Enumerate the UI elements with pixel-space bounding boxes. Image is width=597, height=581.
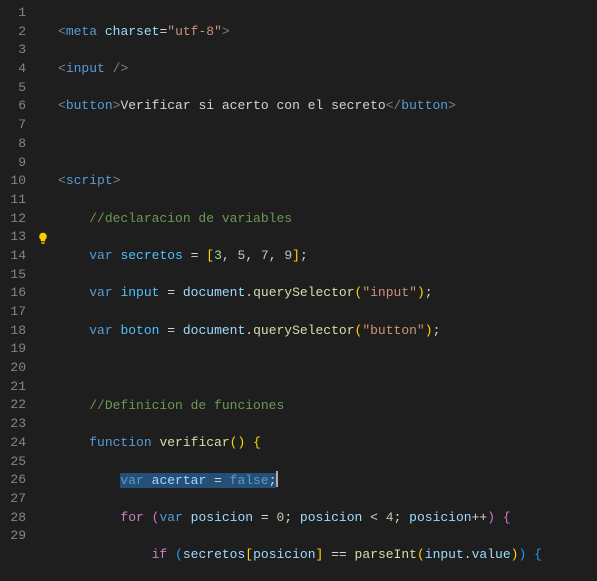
text-cursor — [276, 471, 278, 487]
line-number: 4 — [0, 60, 36, 79]
line-number: 25 — [0, 453, 36, 472]
line-number: 16 — [0, 284, 36, 303]
line-number: 2 — [0, 23, 36, 42]
line-number: 27 — [0, 490, 36, 509]
code-line[interactable]: var acertar = false; — [58, 471, 597, 490]
line-number: 29 — [0, 527, 36, 546]
code-area[interactable]: <meta charset="utf-8"> <input /> <button… — [36, 0, 597, 581]
line-number: 17 — [0, 303, 36, 322]
code-line[interactable]: <meta charset="utf-8"> — [58, 23, 597, 42]
line-number: 3 — [0, 41, 36, 60]
code-line[interactable]: if (secretos[posicion] == parseInt(input… — [58, 546, 597, 565]
code-line[interactable]: var secretos = [3, 5, 7, 9]; — [58, 247, 597, 266]
line-number: 12 — [0, 210, 36, 229]
line-number: 8 — [0, 135, 36, 154]
line-number: 7 — [0, 116, 36, 135]
code-line[interactable]: var boton = document.querySelector("butt… — [58, 322, 597, 341]
line-number: 20 — [0, 359, 36, 378]
code-line[interactable]: //Definicion de funciones — [58, 397, 597, 416]
line-number: 18 — [0, 322, 36, 341]
line-number: 15 — [0, 266, 36, 285]
line-number: 14 — [0, 247, 36, 266]
line-number: 28 — [0, 509, 36, 528]
line-number: 5 — [0, 79, 36, 98]
lightbulb-icon[interactable] — [36, 228, 50, 247]
line-number: 13 — [0, 228, 36, 247]
line-number: 11 — [0, 191, 36, 210]
line-number: 1 — [0, 4, 36, 23]
line-number: 6 — [0, 97, 36, 116]
line-number: 10 — [0, 172, 36, 191]
code-line[interactable]: <input /> — [58, 60, 597, 79]
line-number: 22 — [0, 396, 36, 415]
code-line[interactable]: <script> — [58, 172, 597, 191]
code-line[interactable]: var input = document.querySelector("inpu… — [58, 284, 597, 303]
line-number: 23 — [0, 415, 36, 434]
code-line[interactable] — [58, 359, 597, 378]
code-line[interactable]: //declaracion de variables — [58, 210, 597, 229]
line-number-gutter: 1 2 3 4 5 6 7 8 9 10 11 12 13 14 15 16 1… — [0, 0, 36, 581]
code-line[interactable]: for (var posicion = 0; posicion < 4; pos… — [58, 509, 597, 528]
line-number: 24 — [0, 434, 36, 453]
line-number: 21 — [0, 378, 36, 397]
selection: var acertar = false; — [120, 473, 276, 488]
code-line[interactable] — [58, 135, 597, 154]
code-editor[interactable]: 1 2 3 4 5 6 7 8 9 10 11 12 13 14 15 16 1… — [0, 0, 597, 581]
code-line[interactable]: function verificar() { — [58, 434, 597, 453]
line-number: 19 — [0, 340, 36, 359]
line-number: 26 — [0, 471, 36, 490]
code-line[interactable]: <button>Verificar si acerto con el secre… — [58, 97, 597, 116]
line-number: 9 — [0, 154, 36, 173]
